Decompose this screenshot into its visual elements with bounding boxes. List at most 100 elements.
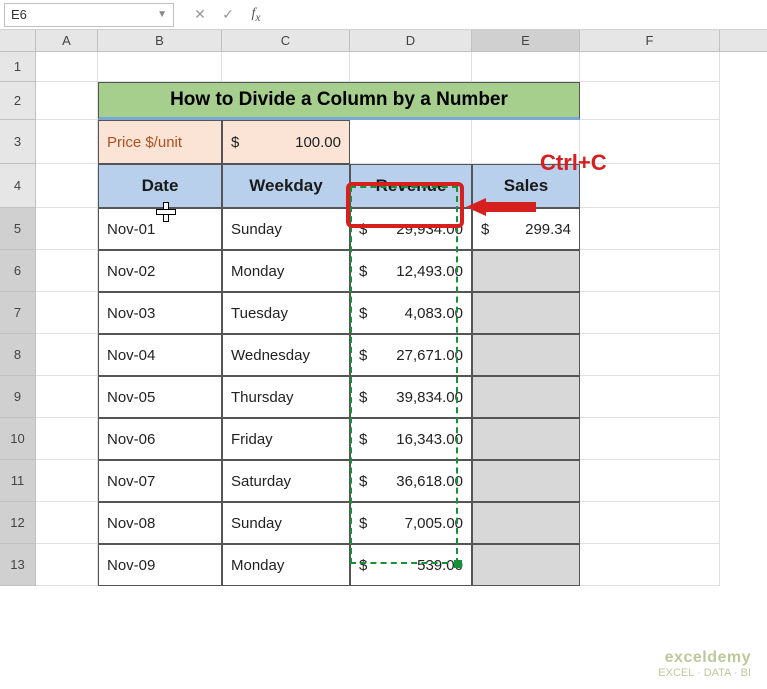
cell-A5[interactable] [36, 208, 98, 250]
cell-A6[interactable] [36, 250, 98, 292]
cell-F9[interactable] [580, 376, 720, 418]
cancel-formula-button[interactable]: ✕ [188, 3, 212, 27]
cell-sales[interactable] [472, 460, 580, 502]
col-header-D[interactable]: D [350, 30, 472, 51]
rows: 1 2 How to Divide a Column by a Number 3… [0, 52, 767, 586]
chevron-down-icon[interactable]: ▼ [157, 9, 167, 20]
row-header-13[interactable]: 13 [0, 544, 36, 586]
cell-F2[interactable] [580, 82, 720, 120]
cell-B1[interactable] [98, 52, 222, 82]
cell-sales[interactable] [472, 334, 580, 376]
row-header-2[interactable]: 2 [0, 82, 36, 120]
cell-revenue[interactable]: $4,083.00 [350, 292, 472, 334]
row-header-4[interactable]: 4 [0, 164, 36, 208]
cell-F13[interactable] [580, 544, 720, 586]
cell-revenue[interactable]: $12,493.00 [350, 250, 472, 292]
cell-date[interactable]: Nov-02 [98, 250, 222, 292]
col-header-F[interactable]: F [580, 30, 720, 51]
header-date[interactable]: Date [98, 164, 222, 208]
row-header-7[interactable]: 7 [0, 292, 36, 334]
cell-weekday[interactable]: Sunday [222, 502, 350, 544]
cell-A9[interactable] [36, 376, 98, 418]
cell-F5[interactable] [580, 208, 720, 250]
price-label-cell[interactable]: Price $/unit [98, 120, 222, 164]
cell-F12[interactable] [580, 502, 720, 544]
fill-handle[interactable] [454, 560, 462, 568]
cell-A11[interactable] [36, 460, 98, 502]
row-header-10[interactable]: 10 [0, 418, 36, 460]
cell-date[interactable]: Nov-09 [98, 544, 222, 586]
fx-icon[interactable]: fx [244, 3, 268, 27]
accept-formula-button[interactable]: ✓ [216, 3, 240, 27]
row-header-12[interactable]: 12 [0, 502, 36, 544]
cell-sales[interactable] [472, 250, 580, 292]
cell-date[interactable]: Nov-08 [98, 502, 222, 544]
cell-A2[interactable] [36, 82, 98, 120]
cell-A4[interactable] [36, 164, 98, 208]
cell-revenue[interactable]: $39,834.00 [350, 376, 472, 418]
cell-D1[interactable] [350, 52, 472, 82]
price-value-cell[interactable]: $ 100.00 [222, 120, 350, 164]
title-cell[interactable]: How to Divide a Column by a Number [98, 82, 580, 120]
cell-A12[interactable] [36, 502, 98, 544]
cell-revenue[interactable]: $7,005.00 [350, 502, 472, 544]
cell-F10[interactable] [580, 418, 720, 460]
header-weekday[interactable]: Weekday [222, 164, 350, 208]
row-header-3[interactable]: 3 [0, 120, 36, 164]
row-header-6[interactable]: 6 [0, 250, 36, 292]
cell-revenue[interactable]: $27,671.00 [350, 334, 472, 376]
cell-F7[interactable] [580, 292, 720, 334]
cell-A3[interactable] [36, 120, 98, 164]
cell-F1[interactable] [580, 52, 720, 82]
cell-sales[interactable] [472, 418, 580, 460]
cell-weekday[interactable]: Wednesday [222, 334, 350, 376]
cell-weekday[interactable]: Tuesday [222, 292, 350, 334]
cell-sales[interactable] [472, 502, 580, 544]
select-all-corner[interactable] [0, 30, 36, 51]
cell-revenue[interactable]: $29,934.00 [350, 208, 472, 250]
row-header-1[interactable]: 1 [0, 52, 36, 82]
cell-date[interactable]: Nov-04 [98, 334, 222, 376]
cell-F11[interactable] [580, 460, 720, 502]
cell-date[interactable]: Nov-01 [98, 208, 222, 250]
cell-sales[interactable] [472, 292, 580, 334]
row-header-9[interactable]: 9 [0, 376, 36, 418]
cell-sales[interactable] [472, 544, 580, 586]
cell-D3[interactable] [350, 120, 472, 164]
cell-weekday[interactable]: Thursday [222, 376, 350, 418]
col-header-E[interactable]: E [472, 30, 580, 51]
row-header-8[interactable]: 8 [0, 334, 36, 376]
cell-A7[interactable] [36, 292, 98, 334]
col-header-C[interactable]: C [222, 30, 350, 51]
cell-weekday[interactable]: Monday [222, 544, 350, 586]
cell-sales[interactable]: $299.34 [472, 208, 580, 250]
header-revenue[interactable]: Revenue [350, 164, 472, 208]
cell-date[interactable]: Nov-03 [98, 292, 222, 334]
cell-A8[interactable] [36, 334, 98, 376]
row-header-11[interactable]: 11 [0, 460, 36, 502]
cell-A10[interactable] [36, 418, 98, 460]
cell-weekday[interactable]: Monday [222, 250, 350, 292]
cell-sales[interactable] [472, 376, 580, 418]
cell-date[interactable]: Nov-06 [98, 418, 222, 460]
cell-weekday[interactable]: Sunday [222, 208, 350, 250]
cell-A1[interactable] [36, 52, 98, 82]
cell-F8[interactable] [580, 334, 720, 376]
col-header-B[interactable]: B [98, 30, 222, 51]
formula-input[interactable] [272, 3, 763, 27]
cell-date[interactable]: Nov-07 [98, 460, 222, 502]
spreadsheet-grid[interactable]: A B C D E F 1 2 How to Divide a Column b… [0, 30, 767, 586]
cell-E1[interactable] [472, 52, 580, 82]
cell-revenue[interactable]: $36,618.00 [350, 460, 472, 502]
name-box[interactable]: E6 ▼ [4, 3, 174, 27]
cell-A13[interactable] [36, 544, 98, 586]
col-header-A[interactable]: A [36, 30, 98, 51]
currency-symbol: $ [359, 515, 367, 532]
cell-C1[interactable] [222, 52, 350, 82]
row-header-5[interactable]: 5 [0, 208, 36, 250]
cell-revenue[interactable]: $16,343.00 [350, 418, 472, 460]
cell-F6[interactable] [580, 250, 720, 292]
cell-date[interactable]: Nov-05 [98, 376, 222, 418]
cell-weekday[interactable]: Friday [222, 418, 350, 460]
cell-weekday[interactable]: Saturday [222, 460, 350, 502]
